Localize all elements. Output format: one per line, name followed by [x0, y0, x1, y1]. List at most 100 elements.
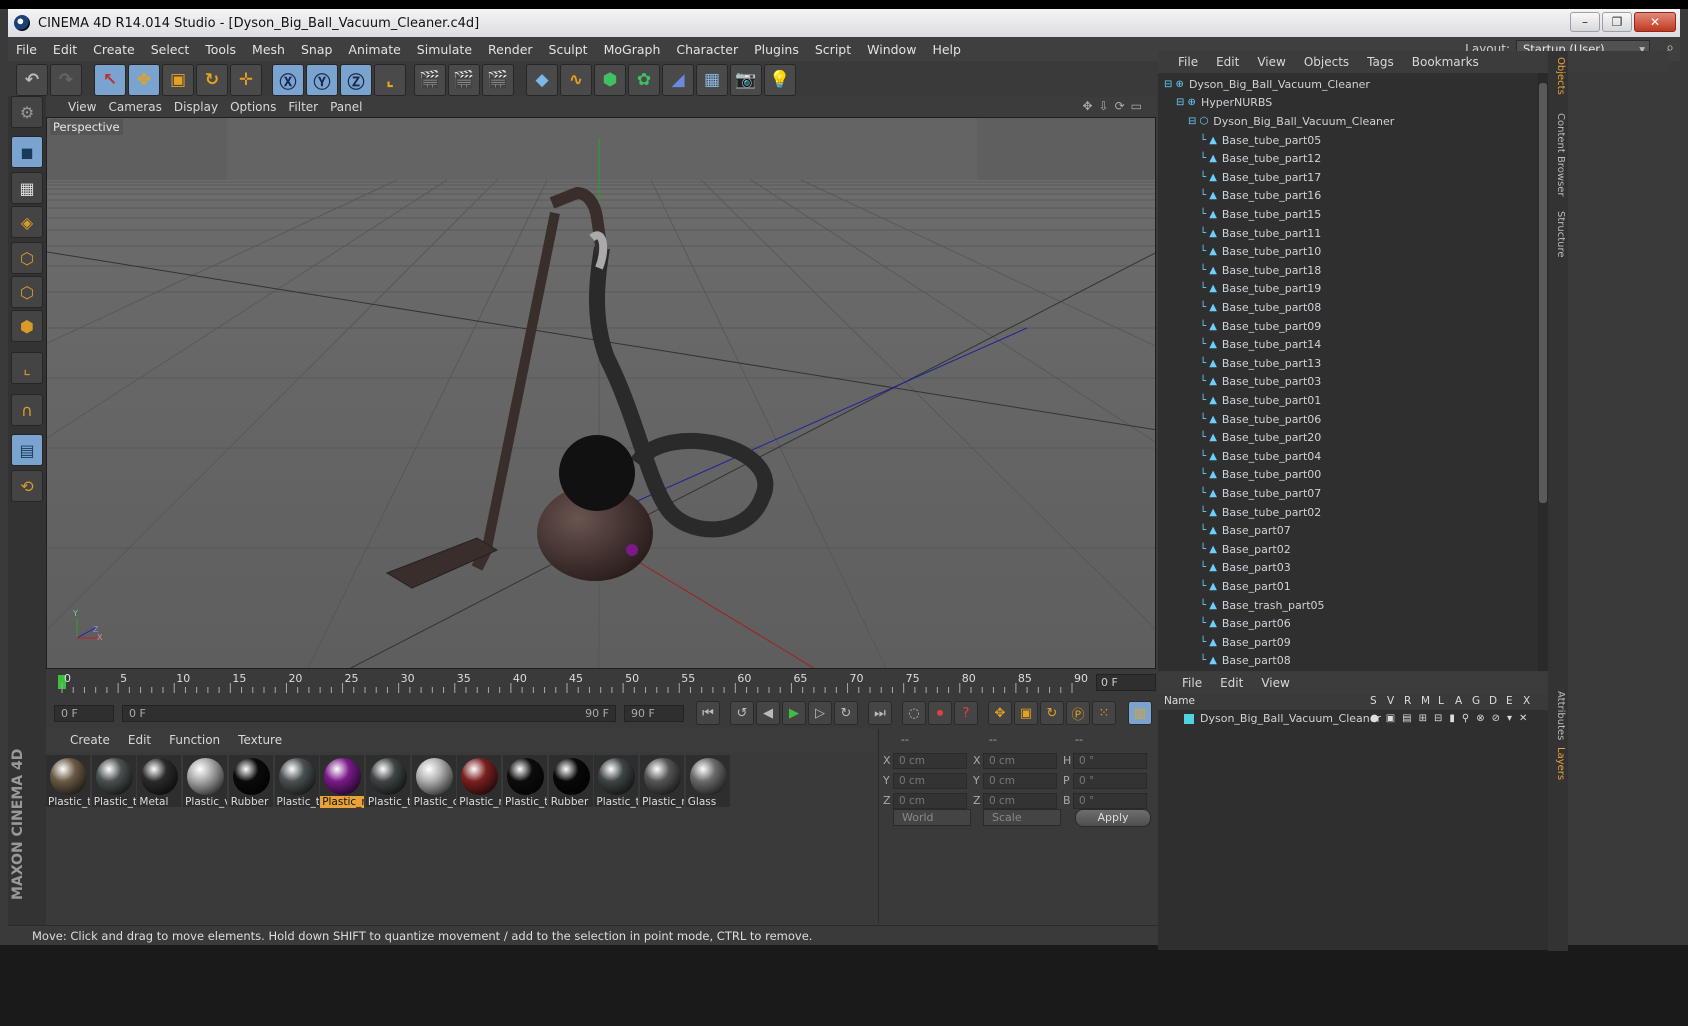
- menu-tools[interactable]: Tools: [197, 42, 244, 57]
- edges-mode-icon[interactable]: ⬡: [11, 276, 43, 308]
- objects-menu-objects[interactable]: Objects: [1304, 55, 1349, 69]
- autokey-icon[interactable]: ⏺: [928, 701, 952, 725]
- texture-mode-icon[interactable]: ▦: [11, 172, 43, 204]
- key-parameter-icon[interactable]: Ⓟ: [1066, 701, 1090, 725]
- menu-create[interactable]: Create: [85, 42, 143, 57]
- camera-icon[interactable]: 📷: [730, 64, 762, 96]
- menu-select[interactable]: Select: [143, 42, 198, 57]
- undo-button[interactable]: ↶: [16, 64, 48, 96]
- object-row[interactable]: ⊟ ⊕ Dyson_Big_Ball_Vacuum_Cleaner: [1158, 75, 1538, 94]
- nurbs-icon[interactable]: ⬢: [594, 64, 626, 96]
- layer-col-g[interactable]: G: [1472, 695, 1480, 707]
- object-row[interactable]: └ ▲ Base_tube_part17: [1158, 168, 1538, 187]
- object-row[interactable]: └ ▲ Base_tube_part11: [1158, 224, 1538, 243]
- layer-col-d[interactable]: D: [1489, 695, 1497, 707]
- play-icon[interactable]: ▶: [782, 701, 806, 725]
- go-to-end-icon[interactable]: ⏭: [868, 701, 892, 725]
- object-row[interactable]: └ ▲ Base_tube_part05: [1158, 131, 1538, 150]
- object-row[interactable]: └ ▲ Base_tube_part02: [1158, 503, 1538, 522]
- viewport-menu-filter[interactable]: Filter: [288, 100, 328, 114]
- position-z-field[interactable]: 0 cm: [893, 793, 967, 809]
- key-position-icon[interactable]: ✥: [988, 701, 1012, 725]
- material-swatch[interactable]: Plastic_r: [320, 755, 365, 808]
- recent-tools-icon[interactable]: ✛: [230, 64, 262, 96]
- material-swatch[interactable]: Rubber: [548, 755, 593, 808]
- object-row[interactable]: └ ▲ Base_tube_part00: [1158, 466, 1538, 485]
- redo-button[interactable]: ↷: [50, 64, 82, 96]
- object-row[interactable]: └ ▲ Base_part08: [1158, 652, 1538, 671]
- apply-button[interactable]: Apply: [1075, 809, 1151, 827]
- material-swatch[interactable]: Metal: [137, 755, 182, 808]
- close-button[interactable]: ✕: [1634, 12, 1676, 32]
- menu-plugins[interactable]: Plugins: [746, 42, 807, 57]
- object-row[interactable]: └ ▲ Base_tube_part19: [1158, 280, 1538, 299]
- material-swatch[interactable]: Plastic_t: [274, 755, 319, 808]
- axis-mode-icon[interactable]: ⌞: [11, 352, 43, 384]
- object-row[interactable]: └ ▲ Base_part07: [1158, 521, 1538, 540]
- current-frame-field[interactable]: 0 F: [1096, 674, 1156, 691]
- x-axis-lock-icon[interactable]: Ⓧ: [272, 64, 304, 96]
- layer-col-m[interactable]: M: [1421, 695, 1430, 707]
- viewport-nav-icons[interactable]: ✥⇩⟳▭: [1082, 99, 1148, 113]
- layer-col-s[interactable]: S: [1370, 695, 1377, 707]
- scale-tool-icon[interactable]: ▣: [162, 64, 194, 96]
- layers-menu-edit[interactable]: Edit: [1220, 676, 1243, 690]
- workplane-lock-icon[interactable]: ▤: [11, 434, 43, 466]
- points-mode-icon[interactable]: ⬡: [11, 242, 43, 274]
- render-picture-viewer-icon[interactable]: 🎬: [448, 64, 480, 96]
- workplane-mode-icon[interactable]: ◈: [11, 206, 43, 238]
- object-row[interactable]: └ ▲ Base_tube_part01: [1158, 391, 1538, 410]
- material-menu-create[interactable]: Create: [70, 733, 110, 747]
- layers-menu-view[interactable]: View: [1261, 676, 1289, 690]
- object-row[interactable]: └ ▲ Base_tube_part20: [1158, 428, 1538, 447]
- layers-menu-file[interactable]: File: [1182, 676, 1202, 690]
- previous-frame-icon[interactable]: ◀: [756, 701, 780, 725]
- light-icon[interactable]: 💡: [764, 64, 796, 96]
- snap-magnet-icon[interactable]: ∩: [11, 394, 43, 426]
- material-menu-function[interactable]: Function: [169, 733, 220, 747]
- object-row[interactable]: └ ▲ Base_tube_part16: [1158, 187, 1538, 206]
- render-settings-icon[interactable]: 🎬: [482, 64, 514, 96]
- maximize-button[interactable]: ❐: [1602, 12, 1632, 32]
- object-row[interactable]: ⊟ ⬡ Dyson_Big_Ball_Vacuum_Cleaner: [1158, 112, 1538, 131]
- object-row[interactable]: └ ▲ Base_tube_part08: [1158, 298, 1538, 317]
- size-y-field[interactable]: 0 cm: [983, 773, 1057, 789]
- coordinate-mode-dropdown[interactable]: Scale: [983, 809, 1061, 826]
- material-swatch[interactable]: Plastic_c: [411, 755, 456, 808]
- soft-selection-icon[interactable]: ⟲: [11, 470, 43, 502]
- key-pla-icon[interactable]: ⁙: [1092, 701, 1116, 725]
- array-icon[interactable]: ✿: [628, 64, 660, 96]
- frame-range-slider[interactable]: 0 F 90 F: [122, 705, 616, 722]
- object-row[interactable]: └ ▲ Base_trash_part05: [1158, 596, 1538, 615]
- object-list-scrollbar[interactable]: [1538, 73, 1548, 671]
- menu-help[interactable]: Help: [924, 42, 969, 57]
- position-y-field[interactable]: 0 cm: [893, 773, 967, 789]
- position-x-field[interactable]: 0 cm: [893, 753, 967, 769]
- start-frame-field[interactable]: 0 F: [54, 705, 114, 722]
- floor-scene-icon[interactable]: ▦: [696, 64, 728, 96]
- make-editable-icon[interactable]: ⚙: [11, 96, 43, 128]
- layer-col-x[interactable]: X: [1523, 695, 1530, 707]
- layer-col-l[interactable]: L: [1438, 695, 1444, 707]
- material-swatch[interactable]: Plastic_t: [594, 755, 639, 808]
- menu-mograph[interactable]: MoGraph: [596, 42, 669, 57]
- object-row[interactable]: └ ▲ Base_tube_part03: [1158, 373, 1538, 392]
- cube-object-icon[interactable]: ◆: [526, 64, 558, 96]
- objects-menu-tags[interactable]: Tags: [1367, 55, 1394, 69]
- live-selection-icon[interactable]: ↖: [94, 64, 126, 96]
- previous-key-icon[interactable]: ↺: [730, 701, 754, 725]
- next-frame-icon[interactable]: ▷: [808, 701, 832, 725]
- menu-animate[interactable]: Animate: [340, 42, 408, 57]
- object-row[interactable]: └ ▲ Base_part02: [1158, 540, 1538, 559]
- material-swatch[interactable]: Plastic_r: [457, 755, 502, 808]
- coordinate-system-icon[interactable]: ⌞: [374, 64, 406, 96]
- rotation-h-field[interactable]: 0 °: [1073, 753, 1147, 769]
- size-z-field[interactable]: 0 cm: [983, 793, 1057, 809]
- tab-attributes[interactable]: Attributes: [1550, 691, 1566, 740]
- camera-label[interactable]: Perspective: [50, 119, 123, 135]
- material-swatch[interactable]: Plastic_r: [640, 755, 685, 808]
- menu-sculpt[interactable]: Sculpt: [541, 42, 596, 57]
- object-row[interactable]: └ ▲ Base_part06: [1158, 614, 1538, 633]
- tab-layers[interactable]: Layers: [1550, 747, 1566, 780]
- object-row[interactable]: └ ▲ Base_tube_part04: [1158, 447, 1538, 466]
